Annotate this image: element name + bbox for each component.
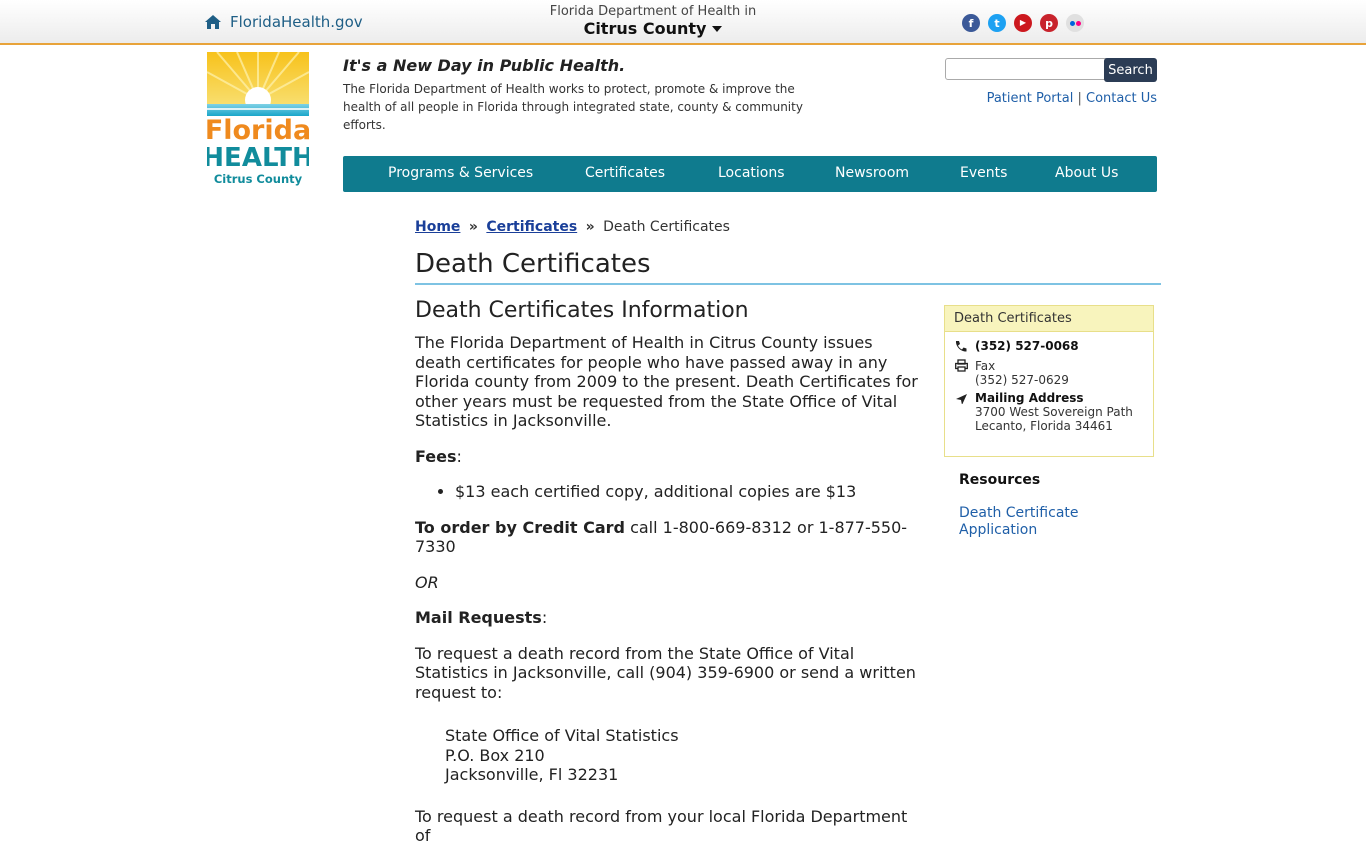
nav-events[interactable]: Events	[960, 165, 1007, 181]
breadcrumb: Home » Certificates » Death Certificates	[415, 219, 730, 235]
mail-paragraph: To request a death record from the State…	[415, 643, 916, 702]
caret-down-icon	[712, 25, 723, 32]
vital-statistics-address: State Office of Vital Statistics P.O. Bo…	[445, 726, 923, 785]
mailing-block: Mailing Address 3700 West Sovereign Path…	[975, 391, 1133, 433]
death-certificate-application-link[interactable]: Death Certificate Application	[959, 505, 1139, 539]
twitter-icon[interactable]: t	[988, 14, 1006, 32]
address-line: P.O. Box 210	[445, 745, 545, 765]
florida-health-logo[interactable]: Florida HEALTH Citrus County	[207, 52, 309, 188]
contact-card-title: Death Certificates	[945, 306, 1153, 332]
pinterest-icon[interactable]: p	[1040, 14, 1058, 32]
tagline: It's a New Day in Public Health.	[343, 56, 626, 75]
logo-florida-text: Florida	[207, 115, 309, 146]
top-bar: FloridaHealth.gov Florida Department of …	[0, 0, 1366, 45]
breadcrumb-certificates[interactable]: Certificates	[486, 219, 577, 235]
contact-us-link[interactable]: Contact Us	[1086, 91, 1157, 106]
or-text: OR	[415, 573, 923, 593]
fax-label: Fax	[975, 359, 996, 373]
address-line: State Office of Vital Statistics	[445, 726, 679, 745]
nav-newsroom[interactable]: Newsroom	[835, 165, 909, 181]
page-title: Death Certificates	[415, 249, 1161, 285]
fees-list: $13 each certified copy, additional copi…	[415, 482, 923, 502]
social-links: f t ▶ p	[962, 14, 1084, 32]
main-navigation: Programs & Services Certificates Locatio…	[343, 156, 1157, 192]
department-label: Florida Department of Health in	[549, 4, 757, 19]
or-label: OR	[415, 572, 439, 592]
mailing-line: Lecanto, Florida 34461	[975, 419, 1113, 433]
mail-label: Mail Requests	[415, 608, 542, 627]
breadcrumb-current: Death Certificates	[603, 219, 730, 235]
fax-number: (352) 527-0629	[975, 373, 1069, 387]
mission-statement: The Florida Department of Health works t…	[343, 82, 803, 132]
flickr-icon[interactable]	[1066, 14, 1084, 32]
resources-title: Resources	[959, 472, 1041, 488]
breadcrumb-home[interactable]: Home	[415, 219, 460, 235]
county-selector[interactable]: Citrus County	[500, 19, 806, 38]
section-title: Death Certificates Information	[415, 298, 749, 323]
nav-about-us[interactable]: About Us	[1055, 165, 1118, 181]
search-input[interactable]	[945, 58, 1115, 80]
fees-label: Fees	[415, 446, 457, 466]
mail-heading: Mail Requests:	[415, 608, 548, 627]
credit-card-paragraph: To order by Credit Card call 1-800-669-8…	[415, 518, 923, 557]
phone-icon	[955, 339, 975, 355]
mailing-label: Mailing Address	[975, 391, 1084, 405]
logo-county-text: Citrus County	[214, 172, 303, 186]
phone-number[interactable]: (352) 527-0068	[975, 339, 1079, 355]
contact-card: Death Certificates (352) 527-0068 Fax (3…	[944, 305, 1154, 457]
home-icon	[205, 15, 221, 29]
fees-heading: Fees:	[415, 446, 462, 466]
home-link-label: FloridaHealth.gov	[230, 13, 363, 31]
breadcrumb-separator: »	[468, 219, 478, 235]
utility-links: Patient Portal | Contact Us	[987, 91, 1157, 106]
fax-block: Fax (352) 527-0629	[975, 359, 1069, 387]
list-item: $13 each certified copy, additional copi…	[455, 482, 923, 502]
phone-row: (352) 527-0068	[955, 339, 1079, 355]
patient-portal-link[interactable]: Patient Portal	[987, 91, 1074, 106]
main-content: Death Certificates Information The Flori…	[415, 297, 923, 862]
printer-icon	[955, 359, 975, 387]
fax-row: Fax (352) 527-0629	[955, 359, 1069, 387]
intro-paragraph: The Florida Department of Health in Citr…	[415, 333, 918, 430]
mailing-row: Mailing Address 3700 West Sovereign Path…	[955, 391, 1133, 433]
youtube-icon[interactable]: ▶	[1014, 14, 1032, 32]
trailing-paragraph: To request a death record from your loca…	[415, 806, 908, 846]
credit-card-label: To order by Credit Card	[415, 517, 625, 537]
search-button[interactable]: Search	[1104, 58, 1157, 82]
location-arrow-icon	[955, 391, 975, 433]
utility-divider: |	[1077, 91, 1082, 106]
logo-health-text: HEALTH	[207, 143, 309, 173]
facebook-icon[interactable]: f	[962, 14, 980, 32]
floridahealth-home-link[interactable]: FloridaHealth.gov	[205, 13, 363, 31]
mailing-line: 3700 West Sovereign Path	[975, 405, 1133, 419]
nav-programs-services[interactable]: Programs & Services	[388, 165, 533, 181]
nav-locations[interactable]: Locations	[718, 165, 785, 181]
county-label: Citrus County	[583, 19, 707, 38]
breadcrumb-separator: »	[585, 219, 595, 235]
nav-certificates[interactable]: Certificates	[585, 165, 665, 181]
